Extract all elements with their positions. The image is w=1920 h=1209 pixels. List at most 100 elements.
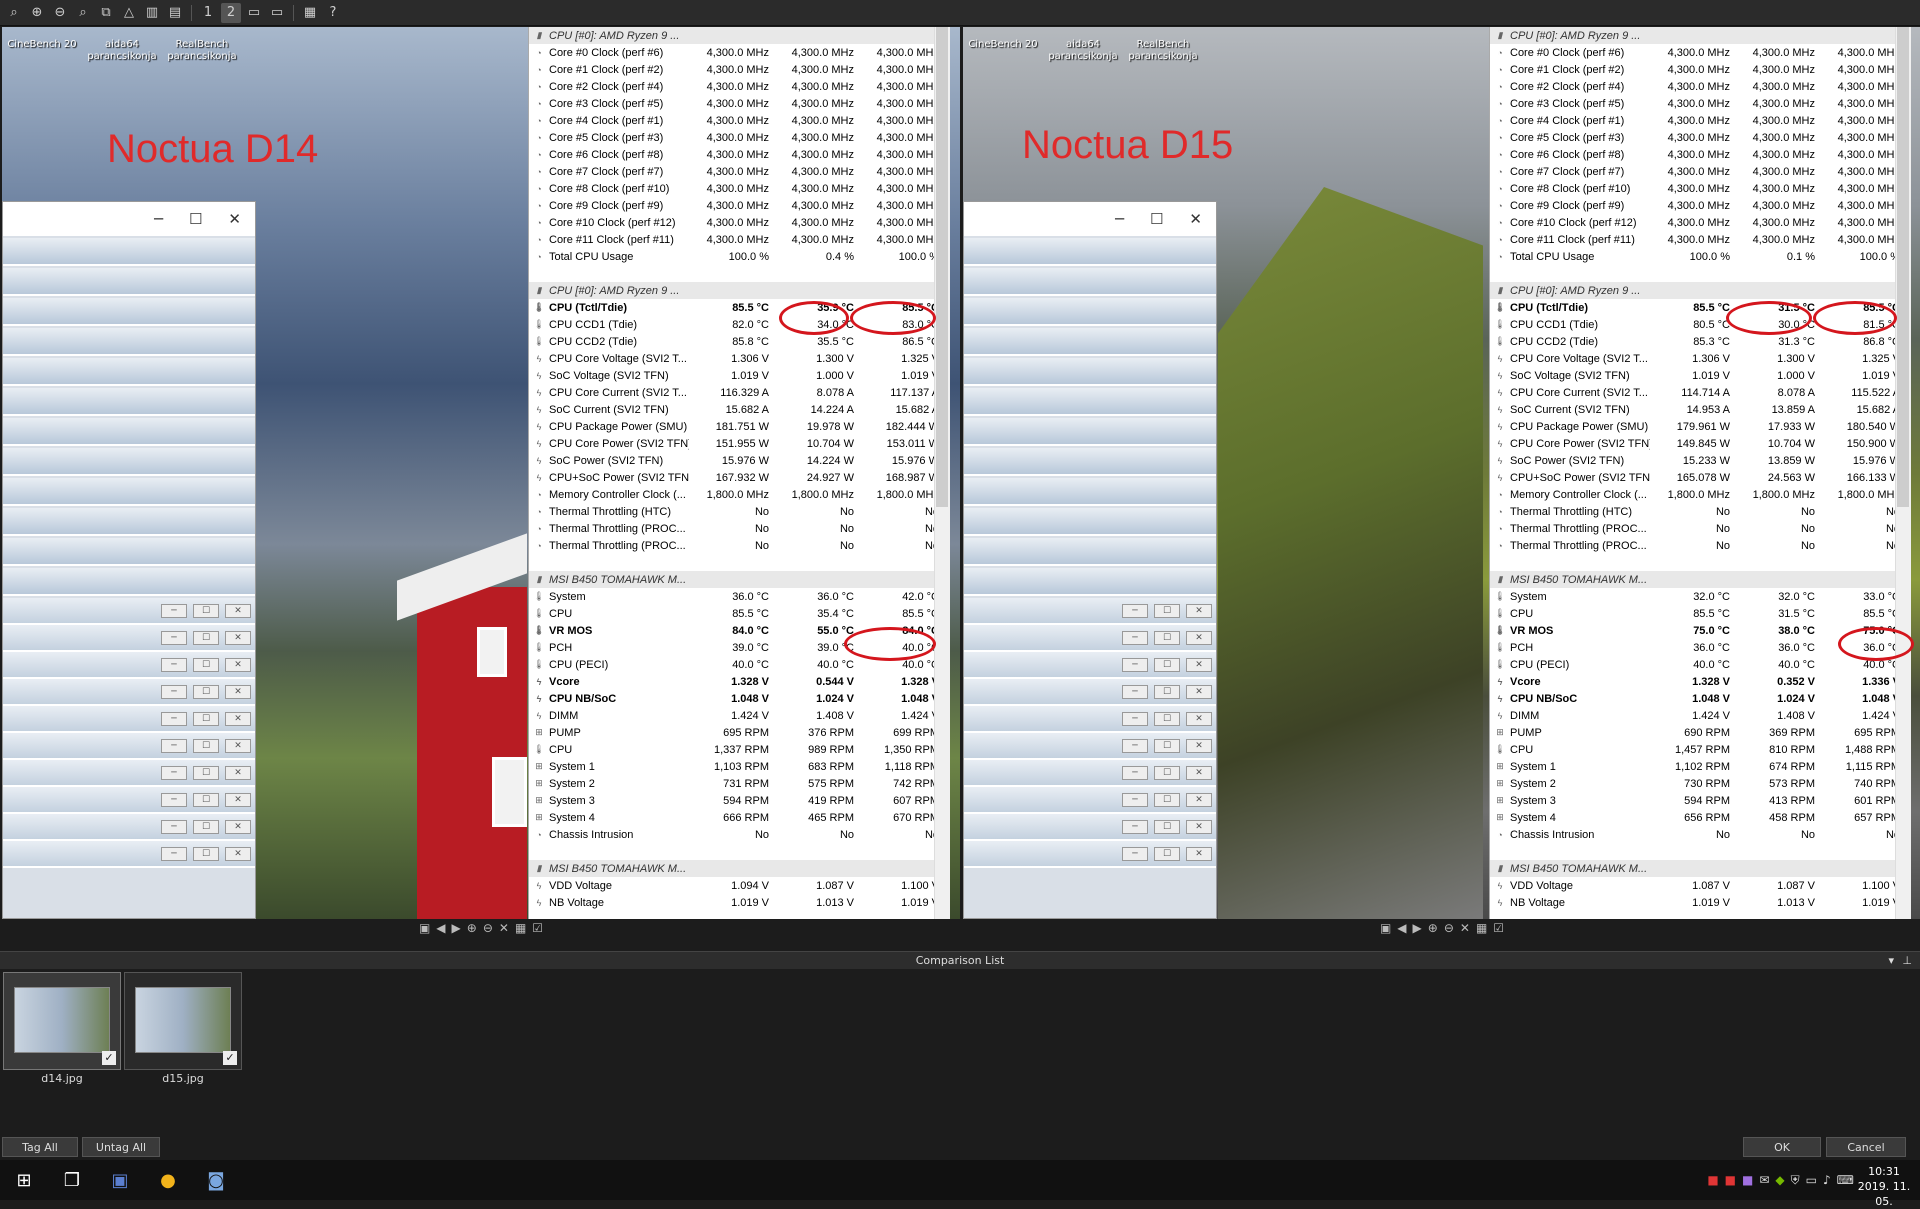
minimize-icon[interactable]: ─ — [1122, 684, 1148, 699]
desktop-icon-cinebench[interactable]: CineBench 20 — [2, 27, 82, 69]
close-icon[interactable]: ✕ — [1186, 684, 1212, 699]
untag-all-button[interactable]: Untag All — [82, 1137, 160, 1157]
minimize-icon[interactable]: ─ — [154, 210, 163, 228]
sensor-group-header[interactable]: ▮ MSI B450 TOMAHAWK M... — [529, 860, 950, 877]
close-icon[interactable]: ✕ — [225, 711, 251, 726]
sensor-row[interactable]: ϟ SoC Current (SVI2 TFN) 15.682 A 14.224 A 1… — [529, 401, 950, 418]
desktop-icon-realbench[interactable]: RealBench parancsikonja — [162, 27, 242, 69]
sensor-row[interactable]: 🌡 CPU 85.5 °C 31.5 °C 85.5 °C — [1490, 605, 1911, 622]
sensor-row[interactable]: ϟ SoC Power (SVI2 TFN) 15.976 W 14.224 W 15.… — [529, 452, 950, 469]
minimize-icon[interactable]: ─ — [1122, 792, 1148, 807]
search-icon[interactable]: ⌕ — [4, 3, 24, 23]
maximize-icon[interactable]: ☐ — [1154, 630, 1180, 645]
minimize-icon[interactable]: ─ — [161, 819, 187, 834]
sensor-row[interactable]: ◔ Thermal Throttling (PROC... No No No — [1490, 537, 1911, 554]
sensor-row[interactable]: ◔ Core #5 Clock (perf #3) 4,300.0 MHz 4,300… — [1490, 129, 1911, 146]
minimized-window[interactable]: ─ ☐ ✕ — [3, 733, 255, 760]
sensor-group-header[interactable]: ▮ CPU [#0]: AMD Ryzen 9 ... — [529, 27, 950, 44]
sensor-row[interactable]: ϟ CPU Core Power (SVI2 TFN) 151.955 W 10.70… — [529, 435, 950, 452]
sensor-row[interactable]: ◔ Memory Controller Clock (... 1,800.0 MHz… — [1490, 486, 1911, 503]
sensor-row[interactable]: ◔ Core #11 Clock (perf #11) 4,300.0 MHz 4,3… — [529, 231, 950, 248]
close-icon[interactable]: ✕ — [1186, 765, 1212, 780]
sensor-row[interactable]: ϟ CPU+SoC Power (SVI2 TFN) 165.078 W 24.563… — [1490, 469, 1911, 486]
maximize-icon[interactable]: ☐ — [193, 711, 219, 726]
sensor-row[interactable]: ◔ Chassis Intrusion No No No — [529, 826, 950, 843]
sensor-row[interactable]: 🌡 CPU 1,337 RPM 989 RPM 1,350 RPM — [529, 741, 950, 758]
close-icon[interactable]: ✕ — [225, 603, 251, 618]
minimized-window[interactable]: ─ ☐ ✕ — [964, 760, 1216, 787]
sensor-group-header[interactable]: ▮ CPU [#0]: AMD Ryzen 9 ... — [1490, 27, 1911, 44]
minimize-icon[interactable]: ─ — [1122, 765, 1148, 780]
sensor-row[interactable]: 🌡 System 32.0 °C 32.0 °C 33.0 °C — [1490, 588, 1911, 605]
task-view-icon[interactable]: ❐ — [48, 1160, 96, 1200]
zoom-out-icon[interactable]: ⊖ — [1444, 921, 1454, 939]
minimized-window[interactable]: ─ ☐ ✕ — [964, 733, 1216, 760]
tag-all-button[interactable]: Tag All — [2, 1137, 78, 1157]
minimize-icon[interactable]: ─ — [1122, 603, 1148, 618]
close-icon[interactable]: ✕ — [1186, 819, 1212, 834]
sensor-row[interactable]: ϟ CPU NB/SoC 1.048 V 1.024 V 1.048 V — [529, 690, 950, 707]
maximize-icon[interactable]: ☐ — [1150, 210, 1163, 228]
maximize-icon[interactable]: ☐ — [193, 738, 219, 753]
sensor-row[interactable]: 🌡 CPU 85.5 °C 35.4 °C 85.5 °C — [529, 605, 950, 622]
sensor-group-header[interactable]: ▮ CPU [#0]: AMD Ryzen 9 ... — [1490, 282, 1911, 299]
minimize-icon[interactable]: ─ — [1122, 711, 1148, 726]
close-icon[interactable]: ✕ — [225, 738, 251, 753]
sensor-row[interactable]: ◔ Core #9 Clock (perf #9) 4,300.0 MHz 4,300… — [1490, 197, 1911, 214]
cancel-button[interactable]: Cancel — [1826, 1137, 1906, 1157]
sensor-row[interactable]: ϟ SoC Voltage (SVI2 TFN) 1.019 V 1.000 V 1.0… — [529, 367, 950, 384]
maximize-icon[interactable]: ☐ — [193, 630, 219, 645]
minimized-window[interactable]: ─ ☐ ✕ — [3, 598, 255, 625]
check-icon[interactable]: ☑ — [1493, 921, 1504, 939]
minimize-icon[interactable]: ─ — [161, 630, 187, 645]
layout-4-icon[interactable]: ▭ — [267, 3, 287, 23]
sensor-row[interactable]: ϟ DIMM 1.424 V 1.408 V 1.424 V — [529, 707, 950, 724]
sensor-row[interactable]: ◔ Memory Controller Clock (... 1,800.0 MHz… — [529, 486, 950, 503]
sensor-row[interactable]: ⊞ System 3 594 RPM 419 RPM 607 RPM — [529, 792, 950, 809]
save-icon[interactable]: ▣ — [1380, 921, 1391, 939]
close-icon[interactable]: ✕ — [228, 210, 241, 228]
sensor-row[interactable]: ϟ SoC Current (SVI2 TFN) 14.953 A 13.859 A 1… — [1490, 401, 1911, 418]
mail-icon[interactable]: ✉ — [1759, 1173, 1769, 1187]
minimize-icon[interactable]: ─ — [1115, 210, 1124, 228]
sensor-row[interactable]: ◔ Thermal Throttling (PROC... No No No — [1490, 520, 1911, 537]
close-icon[interactable]: ✕ — [1186, 603, 1212, 618]
sensor-row[interactable]: ⊞ System 1 1,102 RPM 674 RPM 1,115 RPM — [1490, 758, 1911, 775]
grid-icon[interactable]: ▦ — [300, 3, 320, 23]
close-icon[interactable]: ✕ — [1186, 846, 1212, 861]
thumbnail-d15[interactable]: ✓ — [124, 972, 242, 1070]
pin-icon[interactable]: ⊥ — [1902, 952, 1912, 970]
minimized-window[interactable]: ─ ☐ ✕ — [964, 706, 1216, 733]
close-icon[interactable]: ✕ — [225, 792, 251, 807]
close-icon[interactable]: ✕ — [225, 765, 251, 780]
minimize-icon[interactable]: ─ — [161, 603, 187, 618]
sensor-row[interactable]: ◔ Core #11 Clock (perf #11) 4,300.0 MHz 4,3… — [1490, 231, 1911, 248]
sensor-row[interactable]: ϟ VDD Voltage 1.087 V 1.087 V 1.100 V — [1490, 877, 1911, 894]
desktop-icon-cinebench[interactable]: CineBench 20 — [963, 27, 1043, 69]
sensor-row[interactable]: ◔ Core #5 Clock (perf #3) 4,300.0 MHz 4,300… — [529, 129, 950, 146]
maximize-icon[interactable]: ☐ — [193, 765, 219, 780]
sensor-row[interactable]: ◔ Core #9 Clock (perf #9) 4,300.0 MHz 4,300… — [529, 197, 950, 214]
tray-app-icon[interactable]: ■ — [1707, 1173, 1718, 1187]
minimized-window[interactable]: ─ ☐ ✕ — [964, 679, 1216, 706]
sensor-row[interactable]: ⊞ System 4 656 RPM 458 RPM 657 RPM — [1490, 809, 1911, 826]
close-icon[interactable]: ✕ — [1460, 921, 1470, 939]
tray-app-icon[interactable]: ■ — [1742, 1173, 1753, 1187]
zoom-out-icon[interactable]: ⊖ — [50, 3, 70, 23]
layout-2-icon[interactable]: 2 — [221, 2, 241, 23]
thumbnail-d14[interactable]: ✓ — [3, 972, 121, 1070]
adjust-icon[interactable]: ▤ — [165, 3, 185, 23]
sensor-row[interactable]: ϟ CPU Core Current (SVI2 T... 116.329 A 8.0… — [529, 384, 950, 401]
sensor-row[interactable]: ◔ Thermal Throttling (PROC... No No No — [529, 537, 950, 554]
close-icon[interactable]: ✕ — [1189, 210, 1202, 228]
minimize-icon[interactable]: ─ — [161, 846, 187, 861]
minimize-icon[interactable]: ─ — [1122, 657, 1148, 672]
minimize-icon[interactable]: ─ — [1122, 630, 1148, 645]
minimize-icon[interactable]: ─ — [1122, 819, 1148, 834]
check-icon[interactable]: ✓ — [223, 1051, 237, 1065]
next-icon[interactable]: ▶ — [1413, 921, 1422, 939]
sensor-row[interactable]: ◔ Core #3 Clock (perf #5) 4,300.0 MHz 4,300… — [529, 95, 950, 112]
sensor-row[interactable]: ϟ CPU+SoC Power (SVI2 TFN) 167.932 W 24.927… — [529, 469, 950, 486]
maximize-icon[interactable]: ☐ — [1154, 792, 1180, 807]
nvidia-icon[interactable]: ◆ — [1775, 1173, 1784, 1187]
